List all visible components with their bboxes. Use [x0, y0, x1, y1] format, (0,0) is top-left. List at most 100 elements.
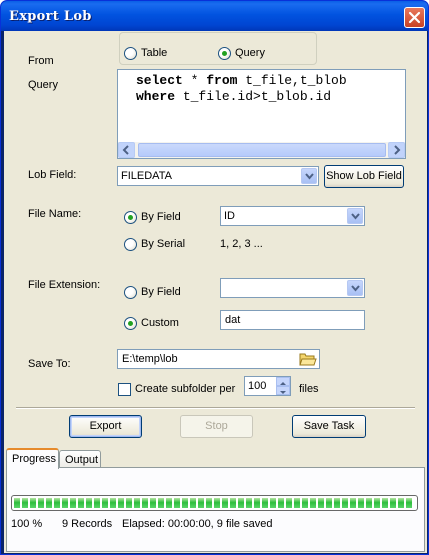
export-button[interactable]: Export — [69, 415, 142, 438]
lob-field-dropdown[interactable]: FILEDATA — [117, 166, 319, 186]
progress-segment — [390, 498, 396, 508]
file-name-by-serial-label[interactable]: By Serial — [141, 238, 185, 250]
file-ext-by-field-label[interactable]: By Field — [141, 286, 181, 298]
progress-segment — [246, 498, 252, 508]
file-ext-by-field-radio[interactable] — [124, 286, 137, 299]
chevron-down-icon — [305, 173, 314, 180]
create-subfolder-checkbox[interactable] — [118, 383, 131, 396]
serial-example-text: 1, 2, 3 ... — [220, 238, 263, 250]
progress-segment — [150, 498, 156, 508]
progress-segment — [142, 498, 148, 508]
elapsed-status: Elapsed: 00:00:00, 9 file saved — [122, 518, 273, 530]
progress-segment — [134, 498, 140, 508]
files-per-folder-spinner[interactable]: 100 — [244, 376, 291, 396]
progress-segment — [206, 498, 212, 508]
file-extension-label: File Extension: — [28, 279, 101, 291]
progress-segment — [86, 498, 92, 508]
spinner-up-button[interactable] — [276, 377, 290, 386]
progress-segment — [382, 498, 388, 508]
progress-segment — [190, 498, 196, 508]
progress-segment — [62, 498, 68, 508]
close-icon — [408, 11, 421, 24]
files-per-folder-value: 100 — [248, 380, 267, 392]
query-editor[interactable]: select * from t_file,t_blob where t_file… — [117, 69, 406, 159]
from-label: From — [28, 55, 54, 67]
query-line-1: select * from t_file,t_blob — [136, 73, 347, 88]
close-button[interactable] — [404, 7, 425, 28]
progress-segment — [30, 498, 36, 508]
progress-segment — [118, 498, 124, 508]
file-name-by-field-label[interactable]: By Field — [141, 211, 181, 223]
open-folder-icon — [299, 353, 317, 366]
file-ext-custom-radio[interactable] — [124, 317, 137, 330]
progress-segment — [358, 498, 364, 508]
spinner-down-button[interactable] — [276, 386, 290, 395]
progress-segment — [398, 498, 404, 508]
tab-output[interactable]: Output — [59, 450, 101, 468]
progress-bar-fill — [14, 498, 415, 508]
tab-strip: Progress Output — [4, 448, 427, 469]
custom-extension-input[interactable]: dat — [220, 310, 365, 330]
progress-segment — [166, 498, 172, 508]
progress-segment — [214, 498, 220, 508]
progress-segment — [262, 498, 268, 508]
progress-segment — [182, 498, 188, 508]
file-ext-dropdown-button[interactable] — [347, 280, 363, 296]
progress-segment — [334, 498, 340, 508]
file-name-by-serial-radio[interactable] — [124, 238, 137, 251]
scroll-left-button[interactable] — [118, 142, 135, 158]
files-label: files — [299, 383, 319, 395]
browse-folder-button[interactable] — [299, 351, 317, 367]
progress-segment — [318, 498, 324, 508]
progress-segment — [326, 498, 332, 508]
progress-segment — [22, 498, 28, 508]
progress-segment — [78, 498, 84, 508]
scroll-right-button[interactable] — [388, 142, 405, 158]
progress-segment — [374, 498, 380, 508]
save-task-button[interactable]: Save Task — [292, 415, 366, 438]
progress-segment — [126, 498, 132, 508]
query-horizontal-scrollbar[interactable] — [118, 142, 405, 158]
separator — [16, 407, 415, 409]
title-bar[interactable]: Export Lob — [1, 1, 428, 31]
custom-extension-value: dat — [225, 314, 241, 326]
progress-segment — [158, 498, 164, 508]
from-query-label[interactable]: Query — [235, 47, 265, 59]
create-subfolder-label[interactable]: Create subfolder per — [135, 383, 235, 395]
progress-segment — [14, 498, 20, 508]
file-ext-custom-label[interactable]: Custom — [141, 317, 179, 329]
file-name-field-value: ID — [224, 210, 235, 222]
show-lob-field-button[interactable]: Show Lob Field — [324, 165, 404, 188]
progress-segment — [70, 498, 76, 508]
chevron-down-icon — [351, 213, 360, 220]
file-name-label: File Name: — [28, 208, 82, 220]
file-ext-field-dropdown[interactable] — [220, 278, 365, 298]
file-name-field-dropdown[interactable]: ID — [220, 206, 365, 226]
progress-segment — [222, 498, 228, 508]
from-table-radio[interactable] — [124, 47, 137, 60]
scroll-thumb[interactable] — [138, 143, 386, 157]
progress-segment — [54, 498, 60, 508]
from-query-radio[interactable] — [218, 47, 231, 60]
progress-segment — [294, 498, 300, 508]
window-title: Export Lob — [9, 9, 92, 24]
file-name-dropdown-button[interactable] — [347, 208, 363, 224]
progress-segment — [110, 498, 116, 508]
save-to-path-input[interactable]: E:\temp\lob — [117, 349, 320, 369]
progress-segment — [286, 498, 292, 508]
progress-segment — [198, 498, 204, 508]
progress-segment — [102, 498, 108, 508]
progress-segment — [278, 498, 284, 508]
progress-segment — [46, 498, 52, 508]
chevron-left-icon — [122, 145, 129, 155]
tab-progress[interactable]: Progress — [6, 448, 59, 469]
file-name-by-field-radio[interactable] — [124, 211, 137, 224]
progress-segment — [350, 498, 356, 508]
arrow-down-icon — [280, 391, 286, 394]
progress-segment — [366, 498, 372, 508]
query-label: Query — [28, 79, 58, 91]
stop-button[interactable]: Stop — [180, 415, 253, 438]
lob-field-dropdown-button[interactable] — [301, 168, 317, 184]
progress-segment — [230, 498, 236, 508]
from-table-label[interactable]: Table — [141, 47, 167, 59]
